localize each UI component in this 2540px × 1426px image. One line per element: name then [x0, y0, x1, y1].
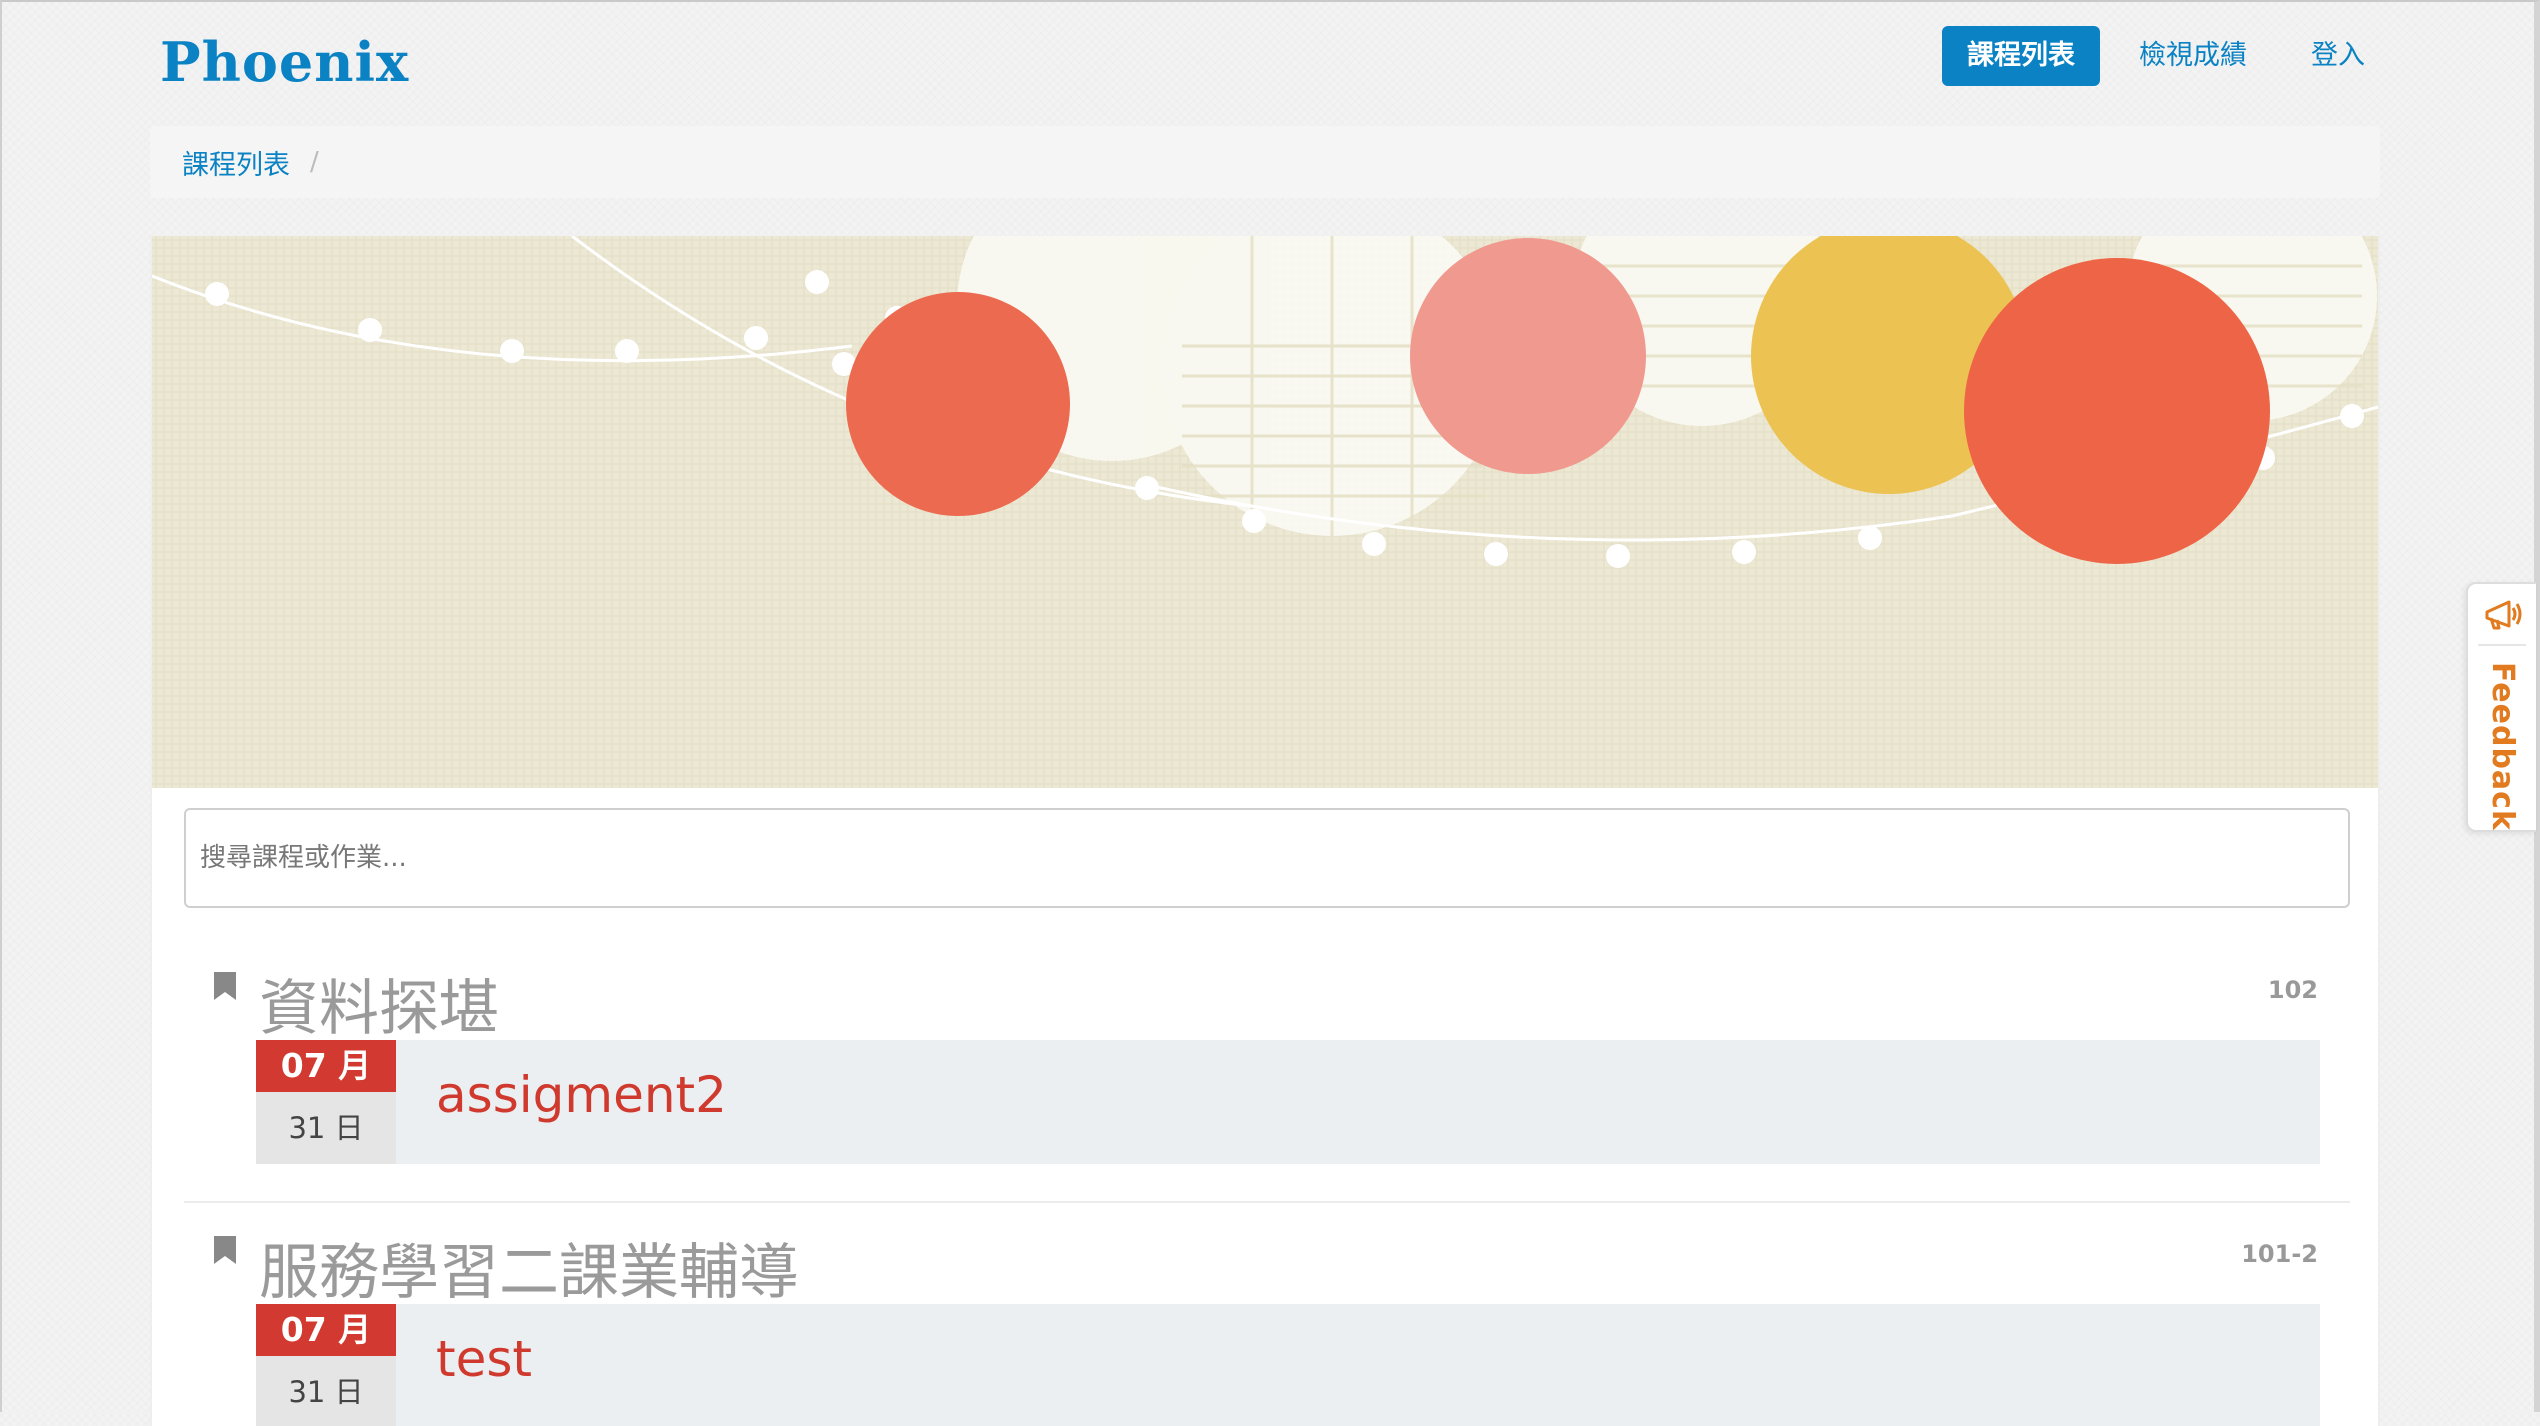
breadcrumb-course-list[interactable]: 課程列表 [182, 143, 290, 182]
due-month: 07 月 [256, 1304, 396, 1356]
nav-view-grades[interactable]: 檢視成績 [2114, 26, 2272, 86]
brand-logo[interactable]: Phoenix [160, 30, 409, 94]
breadcrumb: 課程列表 / [150, 126, 2380, 198]
lantern-banner-image [152, 236, 2378, 788]
nav-login[interactable]: 登入 [2286, 26, 2390, 86]
main-panel: 資料探堪 102 07 月 31 日 assigment2 服務學習二課業輔導 … [150, 236, 2380, 1426]
breadcrumb-separator: / [310, 147, 319, 177]
bookmark-icon [214, 972, 236, 1000]
nav-course-list[interactable]: 課程列表 [1942, 26, 2100, 86]
top-nav: 課程列表 檢視成績 登入 [1942, 26, 2390, 86]
bookmark-icon [214, 1236, 236, 1264]
due-month: 07 月 [256, 1040, 396, 1092]
assignment-name[interactable]: test [436, 1330, 532, 1388]
megaphone-icon [2485, 600, 2522, 630]
feedback-tab[interactable]: Feedback [2466, 582, 2536, 832]
feedback-divider [2478, 644, 2526, 646]
course-term: 102 [2267, 976, 2318, 1004]
due-day: 31 日 [256, 1356, 396, 1426]
course-term: 101-2 [2241, 1240, 2318, 1268]
assignment-row[interactable]: 07 月 31 日 test [256, 1304, 2320, 1426]
feedback-label: Feedback [2485, 662, 2520, 831]
search-input[interactable] [184, 808, 2350, 908]
course-title[interactable]: 服務學習二課業輔導 [259, 1224, 799, 1311]
course-divider [184, 1201, 2350, 1203]
assignment-name[interactable]: assigment2 [436, 1066, 727, 1124]
assignment-row[interactable]: 07 月 31 日 assigment2 [256, 1040, 2320, 1164]
due-day: 31 日 [256, 1092, 396, 1164]
course-title[interactable]: 資料探堪 [259, 960, 499, 1047]
